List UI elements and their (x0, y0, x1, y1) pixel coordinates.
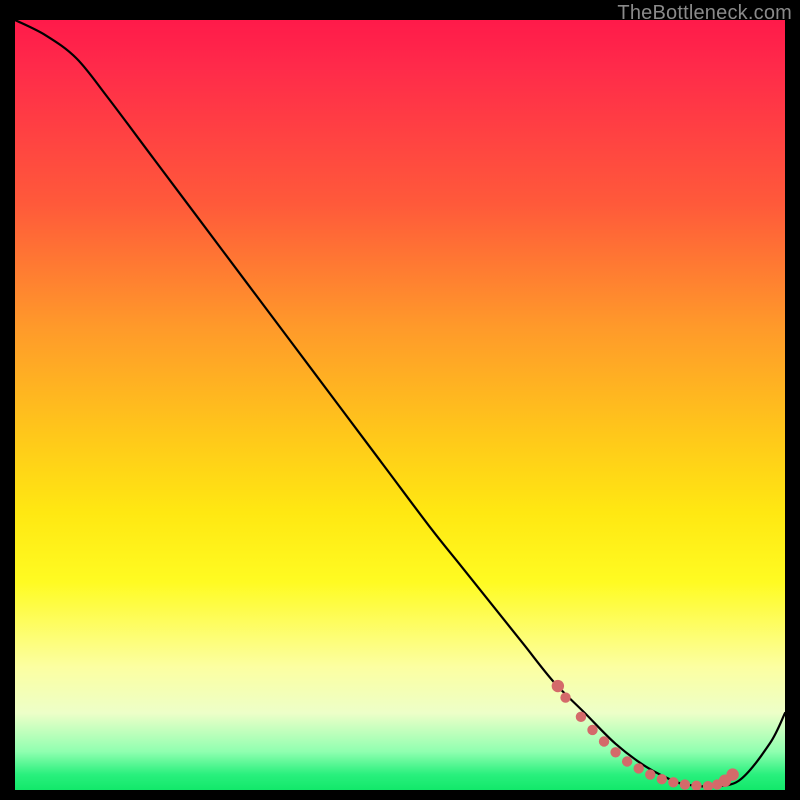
valley-marker-dot (691, 781, 701, 790)
curve-layer (15, 20, 785, 790)
valley-marker-group (552, 680, 739, 790)
valley-marker-dot (657, 774, 667, 784)
valley-marker-dot (552, 680, 564, 692)
valley-marker-dot (668, 777, 678, 787)
valley-marker-dot (610, 747, 620, 757)
valley-marker-dot (599, 736, 609, 746)
valley-marker-dot (622, 756, 632, 766)
valley-marker-dot (634, 763, 644, 773)
chart-stage: TheBottleneck.com (0, 0, 800, 800)
valley-marker-dot (703, 781, 713, 790)
valley-marker-dot (560, 692, 570, 702)
valley-marker-dot (576, 712, 586, 722)
bottleneck-curve-path (15, 20, 785, 786)
valley-marker-dot (680, 779, 690, 789)
valley-marker-dot (726, 768, 738, 780)
plot-area (15, 20, 785, 790)
valley-marker-dot (587, 725, 597, 735)
valley-marker-dot (645, 769, 655, 779)
